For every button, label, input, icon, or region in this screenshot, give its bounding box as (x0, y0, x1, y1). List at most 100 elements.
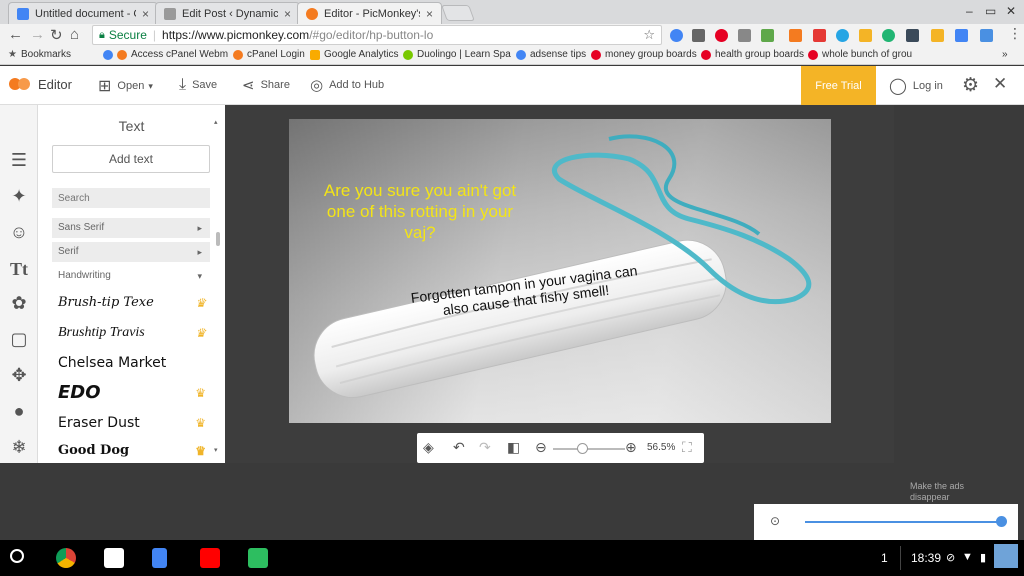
bookmark-star-icon[interactable]: ☆ (643, 27, 655, 43)
gmail-icon[interactable] (104, 548, 124, 568)
extension-icon[interactable] (813, 29, 826, 42)
save-button[interactable]: ⤓ Save (179, 76, 217, 94)
add-to-hub-button[interactable]: ◎ Add to Hub (310, 76, 384, 94)
category-sans-serif[interactable]: Sans Serif ▸ (52, 218, 210, 238)
compare-icon[interactable]: ◧ (507, 439, 520, 456)
close-icon[interactable]: × (284, 7, 291, 21)
font-item[interactable]: Brush-tip Texe ♛ (58, 291, 210, 315)
close-icon[interactable]: × (142, 7, 149, 21)
pinterest-icon[interactable] (715, 29, 728, 42)
butterfly-icon[interactable]: ✿ (8, 292, 30, 314)
bookmark-item[interactable]: Google Analytics (310, 49, 399, 60)
bookmark-item[interactable]: Duolingo | Learn Spa (403, 49, 511, 60)
font-item[interactable]: Chelsea Market (58, 351, 210, 375)
font-item[interactable]: EDO ♛ (58, 381, 210, 405)
picmonkey-logo[interactable]: Editor (9, 75, 72, 93)
remove-ads-note[interactable]: Make the ads disappear (910, 481, 1000, 503)
back-arrow-icon[interactable]: ← (8, 26, 23, 43)
bookmark-item[interactable]: Access cPanel Webm (103, 49, 228, 60)
panel-scrollbar[interactable]: ▴ ▾ (214, 118, 222, 460)
mute-icon[interactable]: ⊘ (946, 551, 955, 564)
tab-picmonkey[interactable]: Editor - PicMonkey's Pho × (297, 2, 442, 24)
home-icon[interactable]: ⌂ (70, 26, 79, 43)
zoom-slider-track[interactable] (553, 448, 625, 450)
bookmark-item[interactable]: money group boards (591, 49, 697, 60)
close-icon[interactable]: × (426, 7, 433, 21)
undo-icon[interactable]: ↶ (453, 439, 465, 456)
ad-slider-track[interactable] (805, 521, 1002, 523)
bookmark-item[interactable]: whole bunch of grou (808, 49, 912, 60)
gear-icon[interactable]: ⚙ (962, 74, 979, 97)
tab-google-docs[interactable]: Untitled document - Goo × (8, 2, 158, 24)
minimize-icon[interactable]: – (966, 4, 973, 18)
login-button[interactable]: ◯ Log in (889, 76, 943, 96)
forward-arrow-icon[interactable]: → (30, 26, 45, 43)
share-button[interactable]: ⋖ Share (242, 76, 290, 94)
tab-edit-post[interactable]: Edit Post ‹ DynamicWith × (155, 2, 300, 24)
clock[interactable]: 18:39 (911, 551, 941, 565)
font-search-input[interactable] (52, 188, 210, 208)
zoom-in-icon[interactable]: ⊕ (625, 439, 637, 456)
fit-screen-icon[interactable]: ⛶ (682, 439, 692, 456)
grammarly-icon[interactable] (882, 29, 895, 42)
themes-icon[interactable]: ❄ (8, 436, 30, 458)
extension-icon[interactable] (980, 29, 993, 42)
wifi-icon[interactable]: ▼ (962, 551, 973, 563)
avatar[interactable] (994, 544, 1018, 568)
evernote-icon[interactable] (248, 548, 268, 568)
font-item[interactable]: Good Dog ♛ (58, 439, 210, 463)
font-item[interactable]: Eraser Dust ♛ (58, 411, 210, 435)
maximize-icon[interactable]: ▭ (985, 4, 996, 18)
extension-icon[interactable] (859, 29, 872, 42)
chrome-icon[interactable] (56, 548, 76, 568)
youtube-icon[interactable] (200, 548, 220, 568)
magic-wand-icon[interactable]: ✦ (8, 185, 30, 207)
ad-slider-knob[interactable] (996, 516, 1007, 527)
extension-icon[interactable] (761, 29, 774, 42)
close-icon[interactable]: ✕ (993, 74, 1007, 94)
font-item[interactable]: Brushtip Travis ♛ (58, 321, 210, 345)
bookmark-item[interactable]: cPanel Login (233, 49, 305, 60)
scroll-down-icon[interactable]: ▾ (214, 446, 218, 454)
battery-icon[interactable]: ▮ (980, 551, 986, 564)
docs-icon[interactable] (152, 548, 167, 568)
extension-icon[interactable] (692, 29, 705, 42)
extension-icon[interactable] (670, 29, 683, 42)
notification-count[interactable]: 1 (881, 551, 888, 565)
reload-icon[interactable]: ↻ (50, 26, 63, 44)
scroll-thumb[interactable] (216, 232, 220, 246)
apple-icon[interactable]: ● (8, 400, 30, 422)
new-tab-button[interactable] (441, 5, 475, 21)
address-bar[interactable]: 🔒︎ Secure | https://www.picmonkey.com /#… (92, 25, 662, 45)
touch-up-icon[interactable]: ☺ (8, 221, 30, 243)
zoom-slider-knob[interactable] (576, 443, 588, 454)
extension-icon[interactable] (931, 29, 944, 42)
extension-icon[interactable] (906, 29, 919, 42)
yellow-caption[interactable]: Are you sure you ain't got one of this r… (310, 180, 530, 243)
extension-icon[interactable] (789, 29, 802, 42)
adjustments-icon[interactable]: ☰ (8, 149, 30, 171)
add-text-button[interactable]: Add text (52, 145, 210, 173)
more-bookmarks-button[interactable]: » (1002, 49, 1008, 60)
layers-icon[interactable]: ◈ (423, 439, 434, 456)
scroll-up-icon[interactable]: ▴ (214, 118, 218, 126)
bookmark-item[interactable]: adsense tips (516, 49, 586, 60)
zoom-out-icon[interactable]: ⊖ (535, 439, 547, 456)
open-button[interactable]: ⊞ Open ▾ (98, 76, 153, 96)
free-trial-button[interactable]: Free Trial (801, 66, 876, 105)
launcher-icon[interactable] (10, 549, 24, 563)
category-serif[interactable]: Serif ▸ (52, 242, 210, 262)
frame-icon[interactable]: ▢ (8, 328, 30, 350)
extension-icon[interactable] (738, 29, 751, 42)
menu-icon[interactable]: ⋮ (1008, 25, 1022, 42)
extension-icon[interactable] (836, 29, 849, 42)
target-icon[interactable]: ⊙ (770, 514, 780, 528)
texture-icon[interactable]: ✥ (8, 364, 30, 386)
close-window-icon[interactable]: ✕ (1006, 4, 1016, 18)
bookmarks-folder[interactable]: ★ Bookmarks (8, 49, 71, 60)
text-tool-icon[interactable]: Tt (8, 258, 30, 280)
bookmark-item[interactable]: health group boards (701, 49, 804, 60)
translate-icon[interactable] (955, 29, 968, 42)
category-handwriting[interactable]: Handwriting ▾ (52, 266, 210, 286)
redo-icon[interactable]: ↷ (479, 439, 491, 456)
